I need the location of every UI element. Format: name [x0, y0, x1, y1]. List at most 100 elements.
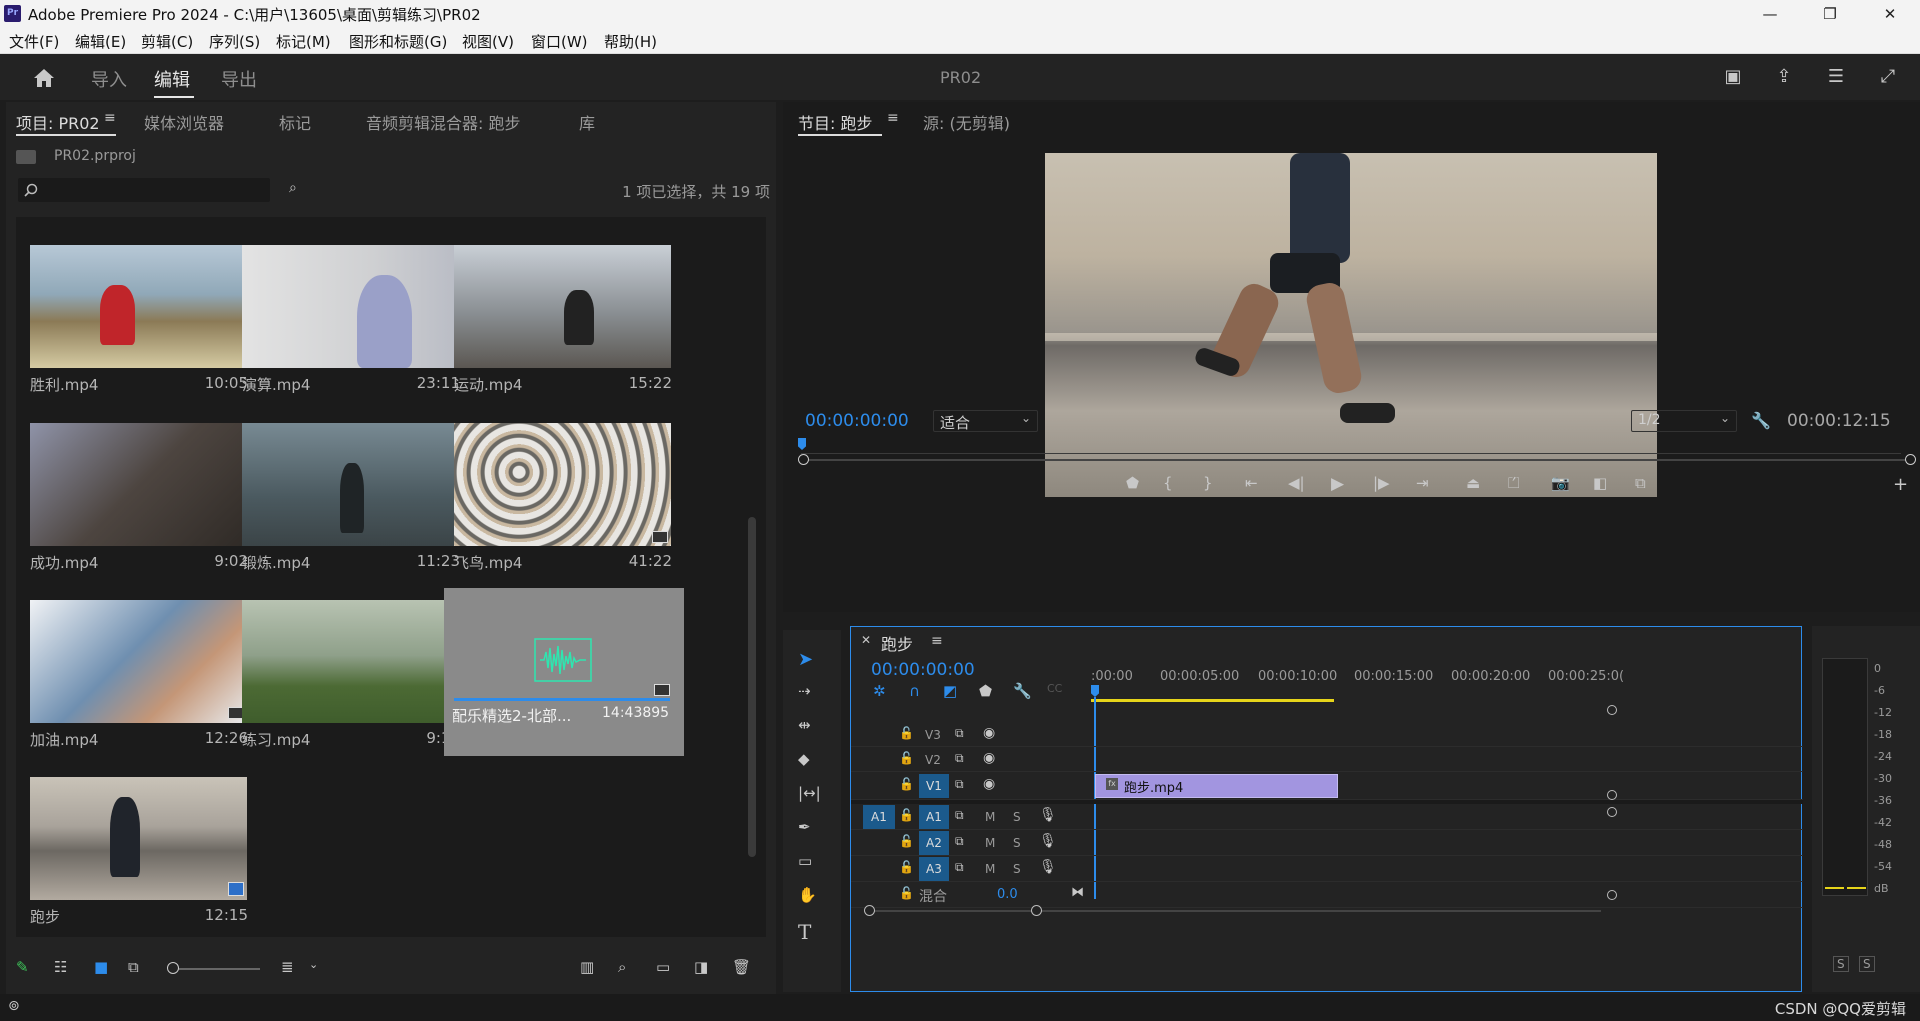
tab-import[interactable]: 导入 — [91, 66, 127, 92]
scrollbar[interactable] — [748, 517, 756, 857]
timeline-zoom-bar[interactable] — [871, 910, 1601, 912]
find-icon[interactable]: ⌕ — [618, 958, 626, 976]
search-input[interactable] — [18, 178, 270, 202]
tab-markers[interactable]: 标记 — [279, 110, 311, 134]
freeform-view-icon[interactable]: ⧉ — [128, 958, 139, 976]
tab-libraries[interactable]: 库 — [579, 110, 595, 134]
resolution-select[interactable]: 1/2 ⌄ — [1631, 410, 1737, 432]
mute-button[interactable]: M — [985, 862, 995, 876]
menu-file[interactable]: 文件(F) — [9, 31, 59, 52]
zoom-slider[interactable] — [174, 968, 260, 970]
eye-icon[interactable]: ◉ — [983, 776, 995, 792]
track-target-a1[interactable]: A1 — [919, 805, 949, 829]
video-scroll-handle[interactable] — [1607, 705, 1617, 715]
icon-view-icon[interactable]: ■ — [94, 958, 108, 976]
step-back-icon[interactable]: ◀| — [1288, 474, 1305, 492]
automate-to-sequence-icon[interactable]: ▥ — [580, 958, 594, 976]
sync-status-icon[interactable]: ⊚ — [8, 998, 20, 1014]
settings-wrench-icon[interactable]: 🔧 — [1751, 411, 1771, 430]
new-search-bin-icon[interactable]: ⌕ — [289, 180, 297, 196]
microphone-icon[interactable]: 🎙 — [1039, 859, 1057, 875]
share-icon[interactable]: ⇪ — [1773, 66, 1795, 88]
selected-item-audio[interactable]: 配乐精选2-北部... 14:43895 — [444, 588, 684, 756]
thumbnail-running[interactable] — [30, 777, 247, 900]
extract-icon[interactable]: ⏍ — [1508, 474, 1519, 492]
fullscreen-icon[interactable]: ⤢ — [1877, 66, 1899, 88]
zoom-bar-handle-right[interactable] — [1905, 454, 1916, 465]
video-clip[interactable]: fx 跑步.mp4 — [1095, 774, 1338, 798]
tab-media-browser[interactable]: 媒体浏览器 — [144, 110, 224, 134]
tab-program[interactable]: 节目: 跑步 — [798, 110, 872, 134]
zoom-bar-handle-left[interactable] — [798, 454, 809, 465]
time-ruler[interactable]: :00:00 00:00:05:00 00:00:10:00 00:00:15:… — [1091, 667, 1791, 703]
sync-lock-icon[interactable]: ⧉ — [955, 834, 964, 849]
hand-tool-icon[interactable]: ✋ — [798, 886, 817, 904]
step-forward-icon[interactable]: |▶ — [1373, 474, 1390, 492]
camera-icon[interactable]: 📷 — [1551, 474, 1570, 492]
lift-icon[interactable]: ⏏ — [1466, 474, 1480, 492]
settings-wrench-icon[interactable]: 🔧 — [1013, 682, 1032, 700]
new-item-icon[interactable]: ◨ — [694, 958, 708, 976]
zoom-handle-left[interactable] — [864, 905, 875, 916]
sync-lock-icon[interactable]: ⧉ — [955, 808, 964, 823]
mix-volume-value[interactable]: 0.0 — [997, 887, 1018, 902]
list-view-icon[interactable]: ☷ — [54, 958, 67, 976]
go-to-end-icon[interactable]: ⧓ — [1071, 885, 1084, 900]
lock-icon[interactable]: 🔓 — [899, 726, 914, 740]
track-target-a3[interactable]: A3 — [919, 857, 949, 881]
panel-menu-icon[interactable]: ≡ — [887, 110, 899, 126]
home-icon[interactable] — [32, 67, 56, 89]
zoom-handle-right[interactable] — [1031, 905, 1042, 916]
add-marker-icon[interactable]: ⬟ — [1126, 474, 1139, 492]
pen-tool-icon[interactable]: ✒ — [798, 818, 811, 836]
mark-out-icon[interactable]: } — [1203, 474, 1213, 492]
audio-scroll-handle[interactable] — [1607, 890, 1617, 900]
menu-window[interactable]: 窗口(W) — [531, 31, 588, 52]
panel-menu-icon[interactable]: ≡ — [104, 110, 116, 126]
eye-icon[interactable]: ◉ — [983, 750, 995, 766]
tab-source[interactable]: 源: (无剪辑) — [923, 110, 1010, 134]
nest-toggle-icon[interactable]: ✲ — [873, 682, 886, 700]
trash-icon[interactable]: 🗑 — [732, 958, 751, 976]
rectangle-tool-icon[interactable]: ▭ — [798, 852, 812, 870]
video-scroll-handle[interactable] — [1607, 790, 1617, 800]
workspaces-menu-icon[interactable]: ☰ — [1825, 66, 1847, 88]
solo-right-button[interactable]: S — [1859, 956, 1875, 972]
lock-icon[interactable]: 🔓 — [899, 860, 914, 874]
chevron-down-icon[interactable]: ⌄ — [309, 958, 318, 971]
sync-lock-icon[interactable]: ⧉ — [955, 751, 964, 766]
close-button[interactable]: ✕ — [1860, 0, 1920, 28]
tab-audio-clip-mixer[interactable]: 音频剪辑混合器: 跑步 — [366, 110, 520, 134]
new-bin-icon[interactable]: ▭ — [656, 958, 670, 976]
linked-selection-icon[interactable]: ◩ — [943, 682, 957, 700]
pencil-icon[interactable]: ✎ — [16, 958, 29, 976]
thumbnail-sport[interactable] — [454, 245, 671, 368]
menu-marker[interactable]: 标记(M) — [276, 31, 331, 52]
track-target-a2[interactable]: A2 — [919, 831, 949, 855]
mark-in-icon[interactable]: { — [1163, 474, 1173, 492]
menu-graphics[interactable]: 图形和标题(G) — [349, 31, 447, 52]
zoom-bar[interactable] — [803, 459, 1909, 461]
razor-tool-icon[interactable]: ◆ — [798, 750, 810, 768]
thumbnail-calculation[interactable] — [242, 245, 459, 368]
lock-icon[interactable]: 🔓 — [899, 777, 914, 791]
go-to-out-icon[interactable]: ⇥ — [1416, 474, 1429, 492]
solo-button[interactable]: S — [1013, 836, 1021, 850]
solo-button[interactable]: S — [1013, 810, 1021, 824]
type-tool-icon[interactable]: T — [798, 920, 811, 944]
source-patch-a1[interactable]: A1 — [863, 805, 895, 829]
lock-icon[interactable]: 🔓 — [899, 886, 914, 900]
menu-view[interactable]: 视图(V) — [462, 31, 514, 52]
thumbnail-victory[interactable] — [30, 245, 247, 368]
toggle-proxies-icon[interactable]: ⧉ — [1635, 474, 1646, 492]
audio-scroll-handle[interactable] — [1607, 807, 1617, 817]
mute-button[interactable]: M — [985, 810, 995, 824]
sync-lock-icon[interactable]: ⧉ — [955, 860, 964, 875]
add-marker-icon[interactable]: ⬟ — [979, 682, 992, 700]
sync-lock-icon[interactable]: ⧉ — [955, 777, 964, 792]
solo-button[interactable]: S — [1013, 862, 1021, 876]
sequence-tab[interactable]: 跑步 — [881, 631, 913, 655]
go-to-in-icon[interactable]: ⇤ — [1245, 474, 1258, 492]
track-target-v1[interactable]: V1 — [919, 774, 949, 798]
restore-button[interactable]: ❐ — [1800, 0, 1860, 28]
